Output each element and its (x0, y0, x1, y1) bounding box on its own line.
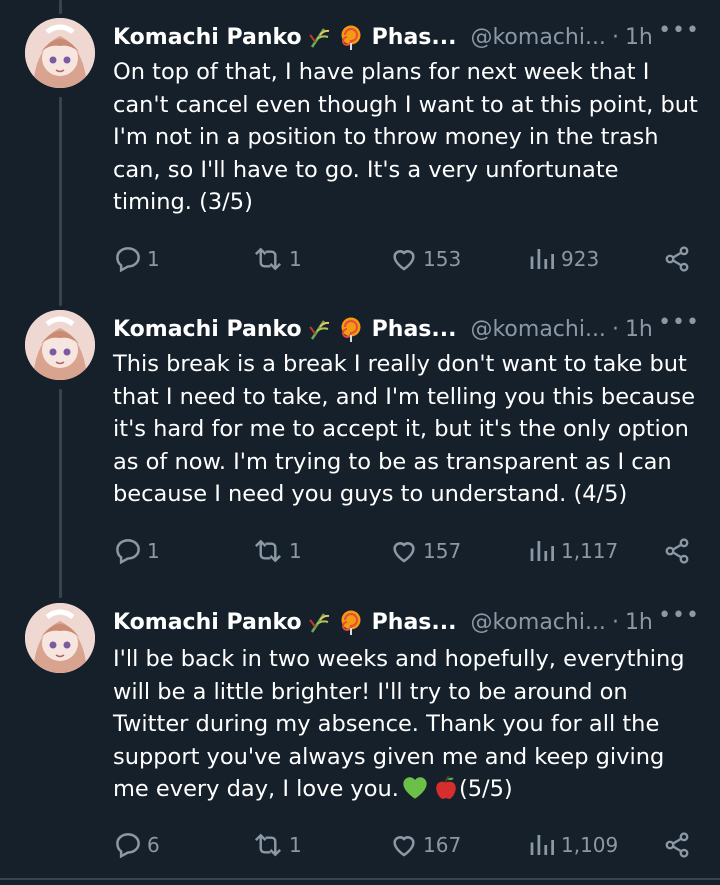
author-name[interactable]: Komachi Panko (113, 317, 302, 342)
share-icon (665, 246, 689, 272)
share-icon (665, 538, 689, 564)
tweet-header: Komachi Panko Phas... @komachi... · 1h •… (113, 310, 700, 344)
reply-count: 1 (147, 539, 160, 563)
reply-count: 6 (147, 833, 160, 857)
views-bar-chart-icon (530, 249, 554, 269)
timestamp[interactable]: 1h (625, 25, 653, 50)
share-icon (665, 832, 689, 858)
handle[interactable]: @komachi... (470, 317, 605, 342)
like-button[interactable]: 153 (389, 244, 461, 274)
lollipop-icon (338, 24, 364, 50)
action-bar: 1 1 153 923 (113, 244, 700, 274)
rice-plant-icon (308, 317, 332, 341)
views-bar-chart-icon (530, 541, 554, 561)
more-options-icon[interactable]: ••• (658, 310, 700, 335)
retweet-button[interactable]: 1 (251, 244, 302, 274)
thread-line-top (59, 585, 62, 598)
tweet-text-suffix: (5/5) (458, 776, 513, 803)
separator-dot: · (611, 316, 619, 342)
like-button[interactable]: 157 (389, 536, 461, 566)
separator-dot: · (611, 609, 619, 635)
reply-icon (116, 539, 140, 565)
like-count: 167 (423, 833, 462, 857)
rice-plant-icon (308, 25, 332, 49)
views-button[interactable]: 923 (527, 244, 599, 274)
timestamp[interactable]: 1h (625, 610, 653, 635)
thread-line-top (59, 292, 62, 306)
views-count: 1,117 (561, 539, 619, 563)
tweet-header: Komachi Panko Phas... @komachi... · 1h •… (113, 18, 700, 52)
avatar[interactable] (25, 18, 95, 88)
action-bar: 6 1 167 1,109 (113, 830, 700, 860)
avatar[interactable] (25, 603, 95, 673)
more-options-icon[interactable]: ••• (658, 603, 700, 628)
handle[interactable]: @komachi... (470, 25, 605, 50)
reply-button[interactable]: 1 (113, 244, 160, 274)
divider (0, 878, 720, 880)
red-apple-icon (433, 774, 459, 810)
reply-icon (116, 833, 140, 859)
like-count: 153 (423, 247, 462, 271)
like-count: 157 (423, 539, 462, 563)
author-name[interactable]: Komachi Panko (113, 25, 302, 50)
retweet-button[interactable]: 1 (251, 536, 302, 566)
green-heart-icon (401, 774, 429, 810)
share-button[interactable] (663, 831, 691, 859)
views-count: 1,109 (561, 833, 619, 857)
action-bar: 1 1 157 1,117 (113, 536, 700, 566)
lollipop-icon (338, 316, 364, 342)
timestamp[interactable]: 1h (625, 317, 653, 342)
reply-icon (116, 247, 140, 273)
more-options-icon[interactable]: ••• (658, 18, 700, 43)
heart-icon (393, 250, 415, 271)
thread-line (59, 389, 62, 595)
display-suffix[interactable]: Phas... (372, 25, 457, 50)
retweet-button[interactable]: 1 (251, 830, 302, 860)
retweet-icon (254, 247, 282, 271)
reply-count: 1 (147, 247, 160, 271)
retweet-icon (254, 833, 282, 857)
share-button[interactable] (663, 537, 691, 565)
tweet-2[interactable]: Komachi Panko Phas... @komachi... · 1h •… (0, 292, 720, 595)
retweet-icon (254, 539, 282, 563)
lollipop-icon (338, 609, 364, 635)
tweet-text: This break is a break I really don't wan… (113, 351, 703, 508)
heart-icon (393, 542, 415, 563)
handle[interactable]: @komachi... (470, 610, 605, 635)
avatar[interactable] (25, 310, 95, 380)
reply-button[interactable]: 1 (113, 536, 160, 566)
display-suffix[interactable]: Phas... (372, 317, 457, 342)
views-bar-chart-icon (530, 835, 554, 855)
rice-plant-icon (308, 610, 332, 634)
views-count: 923 (561, 247, 600, 271)
like-button[interactable]: 167 (389, 830, 461, 860)
tweet-1[interactable]: Komachi Panko Phas... @komachi... · 1h •… (0, 0, 720, 303)
views-button[interactable]: 1,109 (527, 830, 618, 860)
tweet-text: On top of that, I have plans for next we… (113, 59, 705, 216)
retweet-count: 1 (289, 833, 302, 857)
author-name[interactable]: Komachi Panko (113, 610, 302, 635)
separator-dot: · (611, 24, 619, 50)
tweet-3[interactable]: Komachi Panko Phas... @komachi... · 1h •… (0, 585, 720, 878)
tweet-header: Komachi Panko Phas... @komachi... · 1h •… (113, 603, 700, 637)
retweet-count: 1 (289, 539, 302, 563)
retweet-count: 1 (289, 247, 302, 271)
tweet-text: I'll be back in two weeks and hopefully,… (113, 643, 703, 810)
views-button[interactable]: 1,117 (527, 536, 618, 566)
share-button[interactable] (663, 245, 691, 273)
display-suffix[interactable]: Phas... (372, 610, 457, 635)
heart-icon (393, 836, 415, 857)
thread-line-top (59, 0, 62, 14)
reply-button[interactable]: 6 (113, 830, 160, 860)
thread-line (59, 97, 62, 303)
